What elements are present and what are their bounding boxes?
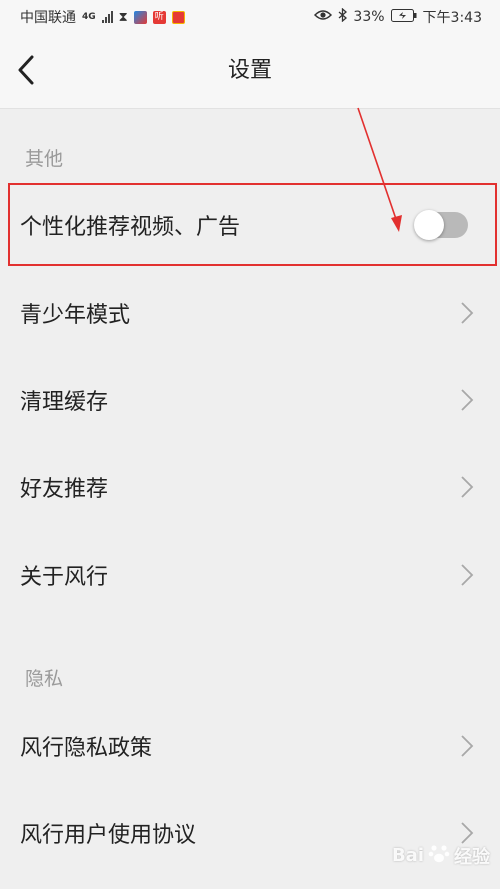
row-label: 风行用户使用协议: [20, 823, 197, 848]
network-type: 4G: [82, 12, 96, 22]
settings-row-privacy-policy[interactable]: 风行隐私政策: [0, 703, 500, 789]
status-bar: 中国联通 4G ⧗ 听 33% 下午3:43: [0, 0, 500, 34]
toggle-knob: [414, 210, 444, 240]
status-right: 33% 下午3:43: [314, 7, 482, 27]
watermark: Bai 经验: [392, 842, 490, 869]
watermark-brand: Bai: [391, 845, 424, 866]
chevron-right-icon: [461, 389, 474, 411]
row-label: 清理缓存: [20, 390, 109, 415]
carrier-name: 中国联通: [20, 10, 76, 26]
row-label: 关于风行: [20, 565, 109, 590]
hourglass-icon: ⧗: [118, 9, 128, 25]
section-label-privacy: 隐私: [25, 668, 64, 690]
chevron-right-icon: [461, 735, 474, 757]
app-notification-icon: [133, 10, 147, 24]
chevron-right-icon: [461, 476, 474, 498]
watermark-text: 经验: [454, 846, 490, 868]
status-left: 中国联通 4G ⧗ 听: [20, 7, 185, 27]
section-label-other: 其他: [25, 148, 64, 170]
settings-row-clear-cache[interactable]: 清理缓存: [0, 357, 500, 443]
page-title: 设置: [227, 58, 272, 83]
gift-app-icon: [171, 10, 185, 24]
paw-logo-icon: [428, 842, 450, 869]
listen-app-icon: 听: [152, 10, 166, 24]
settings-row-about[interactable]: 关于风行: [0, 532, 500, 618]
battery-charging-icon: [390, 8, 417, 26]
row-label: 青少年模式: [20, 303, 131, 328]
clock: 下午3:43: [422, 10, 482, 26]
eye-icon: [314, 9, 333, 25]
nav-bar: 设置: [0, 34, 500, 109]
personalized-recommendation-toggle[interactable]: [414, 210, 468, 240]
battery-percent: 33%: [353, 9, 385, 25]
row-label: 好友推荐: [20, 477, 109, 502]
chevron-right-icon: [461, 302, 474, 324]
settings-row-teen-mode[interactable]: 青少年模式: [0, 270, 500, 356]
chevron-right-icon: [461, 564, 474, 586]
bluetooth-icon: [338, 7, 348, 26]
settings-row-friend-recommendation[interactable]: 好友推荐: [0, 444, 500, 530]
row-label: 风行隐私政策: [20, 736, 153, 761]
signal-icon: [101, 11, 113, 23]
